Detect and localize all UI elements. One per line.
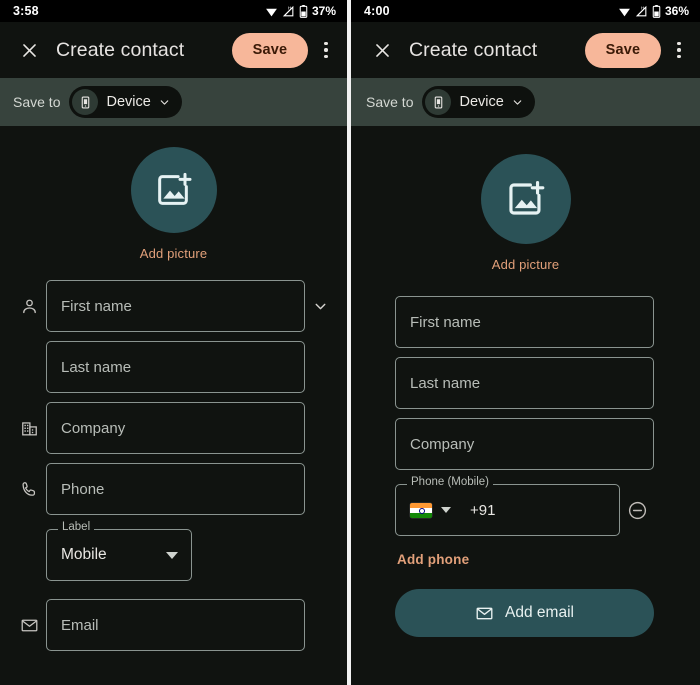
add-email-button[interactable]: Add email (395, 589, 654, 637)
person-icon (12, 297, 46, 316)
device-icon (425, 89, 452, 115)
remove-circle-icon[interactable] (620, 500, 654, 521)
add-picture-label: Add picture (139, 246, 208, 261)
status-icons: H 37% (265, 4, 336, 18)
contact-form: First name Last name Company Phone Label… (0, 280, 347, 651)
country-dropdown-triangle-icon[interactable] (441, 507, 451, 513)
signal-h-icon: H (635, 5, 648, 18)
add-picture-label: Add picture (491, 257, 560, 272)
company-placeholder: Company (410, 435, 475, 453)
company-row: Company (12, 402, 335, 454)
last-name-input[interactable]: Last name (395, 357, 654, 409)
wifi-icon (618, 5, 631, 18)
first-name-input[interactable]: First name (46, 280, 305, 332)
company-input[interactable]: Company (395, 418, 654, 470)
avatar[interactable] (130, 147, 217, 233)
phone-notch-label: Phone (Mobile) (407, 476, 493, 489)
add-image-icon (154, 170, 194, 210)
phone-placeholder: Phone (61, 480, 105, 498)
status-bar: 4:00 H 36% (351, 0, 700, 22)
save-button[interactable]: Save (585, 32, 661, 68)
add-email-label: Add email (505, 604, 574, 621)
close-icon[interactable] (365, 33, 399, 67)
phone-label-value: Mobile (61, 546, 107, 563)
page-title: Create contact (409, 38, 538, 61)
business-icon (12, 419, 46, 438)
last-name-input[interactable]: Last name (46, 341, 305, 393)
screen-left: 3:58 H 37% Create contact Save Save to D… (0, 0, 347, 685)
add-image-icon (505, 178, 547, 220)
save-to-bar: Save to Device (351, 78, 700, 126)
device-icon (72, 89, 99, 115)
company-placeholder: Company (61, 419, 126, 437)
save-to-bar: Save to Device (0, 78, 347, 126)
dial-code-value: +91 (470, 501, 496, 519)
avatar-block[interactable]: Add picture (0, 147, 347, 261)
phone-label-select[interactable]: Label Mobile (46, 521, 192, 581)
account-name: Device (459, 94, 504, 110)
kebab-menu-icon[interactable] (664, 32, 694, 68)
signal-h-icon: H (282, 5, 295, 18)
account-selector-chip[interactable]: Device (422, 86, 535, 118)
chevron-down-icon (511, 96, 524, 109)
india-flag-icon[interactable] (410, 502, 432, 518)
email-input[interactable]: Email (46, 599, 305, 651)
battery-icon (299, 4, 308, 18)
avatar[interactable] (480, 154, 571, 244)
battery-percent: 37% (311, 4, 336, 18)
screenshot-root: 3:58 H 37% Create contact Save Save to D… (0, 0, 700, 685)
status-time: 4:00 (364, 4, 390, 18)
phone-row: Phone (12, 463, 335, 515)
page-title: Create contact (56, 38, 185, 61)
phone-label-row: Label Mobile (12, 521, 335, 581)
svg-text:H: H (288, 5, 291, 10)
phone-entry-row: Phone (Mobile) +91 (395, 476, 654, 536)
account-selector-chip[interactable]: Device (69, 86, 182, 118)
first-name-placeholder: First name (61, 297, 132, 315)
first-name-row: First name (12, 280, 335, 332)
avatar-block[interactable]: Add picture (351, 154, 700, 272)
app-bar: Create contact Save (351, 22, 700, 78)
expand-names-chevron-down-icon[interactable] (305, 298, 335, 315)
wifi-icon (265, 5, 278, 18)
status-time: 3:58 (13, 4, 39, 18)
chevron-down-icon (158, 96, 171, 109)
phone-input[interactable]: Phone (46, 463, 305, 515)
last-name-row: Last name (12, 341, 335, 393)
status-bar: 3:58 H 37% (0, 0, 347, 22)
status-icons: H 36% (618, 4, 689, 18)
first-name-input[interactable]: First name (395, 296, 654, 348)
email-placeholder: Email (61, 616, 99, 634)
screen-right: 4:00 H 36% Create contact Save Save to D… (351, 0, 700, 685)
account-name: Device (106, 94, 151, 110)
last-name-placeholder: Last name (61, 358, 132, 376)
contact-form: First name Last name Company Phone (Mobi… (351, 296, 700, 637)
phone-label-notch: Label (58, 521, 95, 534)
add-phone-link[interactable]: Add phone (397, 552, 654, 567)
first-name-placeholder: First name (410, 313, 481, 331)
battery-icon (652, 4, 661, 18)
save-button[interactable]: Save (232, 32, 308, 68)
last-name-placeholder: Last name (410, 374, 481, 392)
email-row: Email (12, 599, 335, 651)
app-bar: Create contact Save (0, 22, 347, 78)
company-input[interactable]: Company (46, 402, 305, 454)
save-to-label: Save to (13, 94, 61, 110)
dropdown-triangle-icon (166, 551, 178, 559)
svg-text:H: H (641, 5, 644, 10)
kebab-menu-icon[interactable] (311, 32, 341, 68)
save-to-label: Save to (366, 94, 414, 110)
email-icon (12, 616, 46, 635)
phone-icon (12, 480, 46, 499)
battery-percent: 36% (664, 4, 689, 18)
phone-number-input[interactable]: Phone (Mobile) +91 (395, 476, 620, 536)
email-icon (475, 604, 494, 623)
close-icon[interactable] (12, 33, 46, 67)
